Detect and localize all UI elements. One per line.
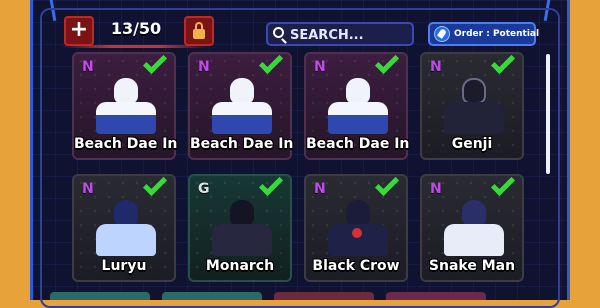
unit-name: Black Crow [312, 258, 400, 274]
unit-card[interactable]: N Black Crow [304, 171, 408, 282]
search-icon [273, 27, 284, 38]
search-input[interactable] [288, 24, 412, 46]
unit-name: Beach Dae In [306, 136, 410, 152]
unit-name: Beach Dae In [74, 136, 178, 152]
rarity-badge: N [314, 59, 326, 75]
rarity-badge: N [314, 181, 326, 197]
unit-name: Monarch [205, 258, 275, 274]
unit-name: Snake Man [428, 258, 516, 274]
rarity-badge: N [430, 181, 442, 197]
unit-name: Luryu [101, 258, 147, 274]
unit-portrait [212, 78, 272, 134]
unit-card[interactable]: N Beach Dae In [304, 49, 410, 160]
unit-portrait [212, 200, 272, 256]
unit-name: Genji [451, 136, 493, 152]
unit-card[interactable]: N Luryu [72, 171, 176, 282]
unit-capacity: 13/50 [110, 19, 162, 38]
unit-card[interactable]: N Snake Man [420, 171, 524, 282]
sort-order-button[interactable]: Order : Potential [428, 22, 540, 46]
search-box[interactable] [266, 22, 414, 46]
next-row-peek [50, 292, 550, 300]
unit-portrait [328, 78, 388, 134]
sort-order-label: Order : Potential [454, 29, 540, 39]
rarity-badge: N [198, 59, 210, 75]
unit-card[interactable]: N Beach Dae In [72, 49, 178, 160]
unit-portrait [328, 200, 388, 256]
rarity-badge: N [430, 59, 442, 75]
unit-portrait [444, 78, 504, 134]
unit-card[interactable]: N Beach Dae In [188, 49, 294, 160]
unit-name: Beach Dae In [190, 136, 294, 152]
lock-button[interactable] [184, 16, 214, 46]
unit-portrait [96, 200, 156, 256]
rarity-badge: N [82, 59, 94, 75]
add-unit-button[interactable]: + [64, 16, 94, 46]
rarity-badge: N [82, 181, 94, 197]
scrollbar[interactable] [546, 54, 550, 174]
unit-portrait [96, 78, 156, 134]
unit-portrait [444, 200, 504, 256]
rocket-icon [434, 26, 450, 42]
unit-card[interactable]: G Monarch [188, 171, 292, 282]
rarity-badge: G [198, 181, 210, 197]
unit-card[interactable]: N Genji [420, 49, 524, 160]
